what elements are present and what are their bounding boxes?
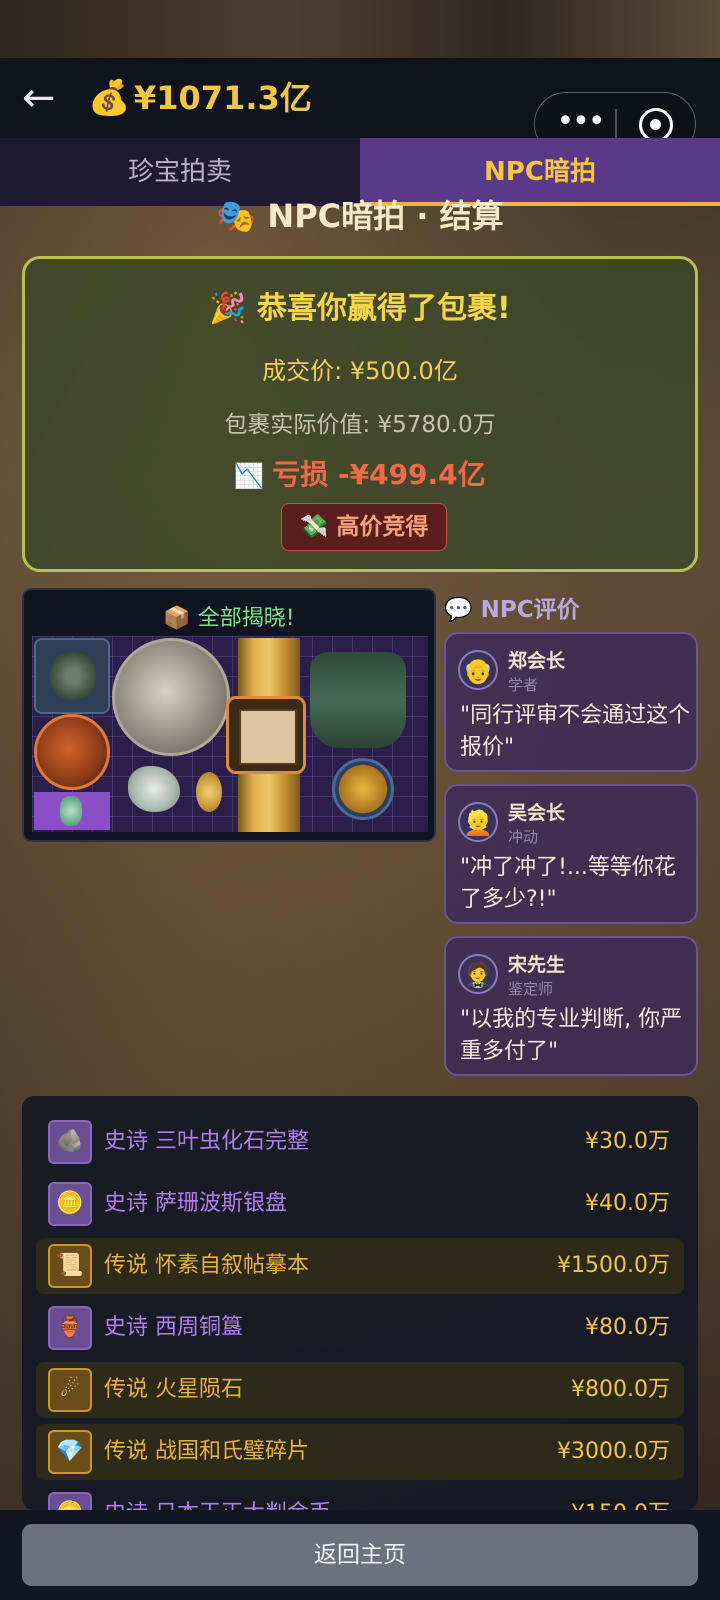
result-card: 🎉 恭喜你赢得了包裹! 成交价: ¥500.0亿 包裹实际价值: ¥5780.0… — [22, 256, 698, 572]
footer-bar: 返回主页 — [0, 1510, 720, 1600]
fossil-icon: 🪨 — [48, 1120, 92, 1164]
reveal-title: 📦 全部揭晓! — [163, 606, 295, 631]
npc-comment: "冲了冲了!...等等你花了多少?!" — [460, 855, 676, 912]
npc-name: 宋先生 — [508, 954, 566, 976]
item-price: ¥1500.0万 — [557, 1253, 670, 1278]
item-price: ¥30.0万 — [585, 1129, 670, 1154]
item-price: ¥150.0万 — [571, 1498, 670, 1510]
loss-text: 亏损 -¥499.4亿 — [272, 458, 486, 491]
top-bar: ← 💰 ¥1071.3亿 ••• — [0, 58, 720, 156]
meteorite-icon: ☄ — [48, 1368, 92, 1412]
npc-role: 学者 — [508, 676, 539, 694]
calligraphy-scroll-item — [226, 696, 306, 774]
blond-avatar-icon: 👱 — [458, 802, 498, 842]
list-item: 🪨 史诗 三叶虫化石完整 ¥30.0万 — [36, 1114, 684, 1170]
item-list[interactable]: 🪨 史诗 三叶虫化石完整 ¥30.0万 🪙 史诗 萨珊波斯银盘 ¥40.0万 📜… — [22, 1096, 698, 1510]
item-label: 传说 火星陨石 — [104, 1377, 243, 1402]
npc-comment: "同行评审不会通过这个报价" — [460, 703, 691, 760]
item-label: 传说 战国和氏璧碎片 — [104, 1439, 309, 1464]
npc-name: 郑会长 — [508, 650, 566, 672]
item-label: 史诗 三叶虫化石完整 — [104, 1129, 309, 1154]
item-label: 史诗 萨珊波斯银盘 — [104, 1191, 287, 1216]
tuxedo-avatar-icon: 🤵 — [458, 954, 498, 994]
item-price: ¥800.0万 — [571, 1377, 670, 1402]
gold-coin-item — [196, 772, 222, 812]
chart-down-icon: 📉 — [234, 462, 265, 490]
deal-price: 成交价: ¥500.0亿 — [262, 357, 458, 385]
close-target-icon[interactable] — [639, 108, 673, 142]
gold-coin-icon: 🪙 — [48, 1492, 92, 1510]
silver-plate-icon: 🪙 — [48, 1182, 92, 1226]
balance-amount: ¥1071.3亿 — [134, 79, 312, 117]
background-photo-strip — [0, 0, 720, 60]
jade-icon: 💎 — [48, 1430, 92, 1474]
item-label: 传说 怀素自叙帖摹本 — [104, 1253, 309, 1278]
npc-review-card: 👱 吴会长 冲动 "冲了冲了!...等等你花了多少?!" — [444, 784, 698, 924]
list-item: 🪙 史诗 萨珊波斯银盘 ¥40.0万 — [36, 1176, 684, 1232]
list-item: 💎 传说 战国和氏璧碎片 ¥3000.0万 — [36, 1424, 684, 1480]
tang-horse-item — [332, 758, 394, 820]
list-item: ☄ 传说 火星陨石 ¥800.0万 — [36, 1362, 684, 1418]
snuff-bottle-item — [60, 796, 82, 826]
result-headline: 🎉 恭喜你赢得了包裹! — [209, 291, 511, 326]
section-title: 🎭 NPC暗拍 · 结算 — [216, 197, 504, 235]
trilobite-fossil-item — [34, 638, 110, 714]
package-real-value: 包裹实际价值: ¥5780.0万 — [224, 412, 496, 438]
bronze-vessel-item — [310, 652, 406, 748]
list-item: 🪙 史诗 日本天正大判金币 ¥150.0万 — [36, 1486, 684, 1510]
reveal-card: 📦 全部揭晓! — [22, 588, 436, 842]
npc-role: 鉴定师 — [508, 980, 554, 998]
item-label: 史诗 西周铜簋 — [104, 1315, 243, 1340]
list-item: 📜 传说 怀素自叙帖摹本 ¥1500.0万 — [36, 1238, 684, 1294]
loss-amount: 📉 亏损 -¥499.4亿 — [25, 453, 695, 493]
npc-review-title: 💬 NPC评价 — [444, 597, 580, 623]
verdict-badge: 💸 高价竞得 — [281, 503, 447, 551]
more-dots-icon[interactable]: ••• — [555, 107, 605, 141]
elder-avatar-icon: 👴 — [458, 650, 498, 690]
npc-role: 冲动 — [508, 828, 539, 846]
npc-name: 吴会长 — [508, 802, 566, 824]
back-arrow-icon[interactable]: ← — [22, 78, 74, 118]
mars-meteorite-item — [34, 714, 110, 790]
npc-review-card: 👴 郑会长 学者 "同行评审不会通过这个报价" — [444, 632, 698, 772]
capsule-divider — [615, 109, 617, 141]
list-item: 🏺 史诗 西周铜簋 ¥80.0万 — [36, 1300, 684, 1356]
item-price: ¥40.0万 — [585, 1191, 670, 1216]
item-price: ¥3000.0万 — [557, 1439, 670, 1464]
silver-plate-item — [112, 638, 230, 756]
item-price: ¥80.0万 — [585, 1315, 670, 1340]
money-bag-icon: 💰 — [88, 78, 131, 118]
item-label: 史诗 日本天正大判金币 — [104, 1498, 331, 1510]
bronze-vessel-icon: 🏺 — [48, 1306, 92, 1350]
return-home-button[interactable]: 返回主页 — [22, 1524, 698, 1586]
package-grid — [32, 636, 428, 832]
npc-comment: "以我的专业判断, 你严重多付了" — [460, 1007, 683, 1064]
scroll-icon: 📜 — [48, 1244, 92, 1288]
npc-review-card: 🤵 宋先生 鉴定师 "以我的专业判断, 你严重多付了" — [444, 936, 698, 1076]
jade-fragment-item — [128, 766, 180, 812]
